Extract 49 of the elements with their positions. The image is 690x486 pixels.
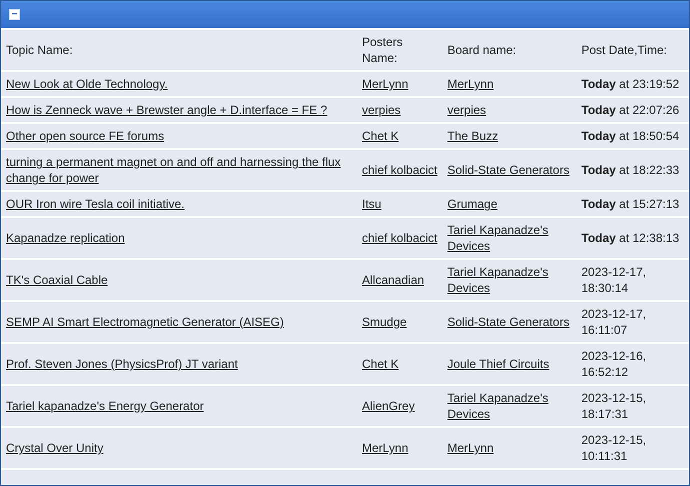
- poster-link[interactable]: verpies: [362, 102, 401, 118]
- board-link[interactable]: Solid-State Generators: [447, 314, 570, 330]
- post-date: Today at 23:19:52: [581, 77, 680, 91]
- topic-link[interactable]: SEMP AI Smart Electromagnetic Generator (AISEG): [6, 314, 284, 330]
- post-date: Today at 12:38:13: [581, 231, 680, 245]
- collapse-button[interactable]: −: [9, 9, 20, 20]
- topic-link[interactable]: turning a permanent magnet on and off and harnessing the flux change for power: [6, 154, 352, 186]
- board-link[interactable]: The Buzz: [447, 128, 498, 144]
- board-link[interactable]: Tariel Kapanadze's Devices: [447, 264, 572, 296]
- topic-link[interactable]: Other open source FE forums: [6, 128, 164, 144]
- post-date: 2023-12-16, 16:52:12: [581, 349, 646, 379]
- poster-link[interactable]: Allcanadian: [362, 272, 424, 288]
- post-date: 2023-12-17, 16:11:07: [581, 307, 646, 337]
- poster-link[interactable]: MerLynn: [362, 76, 408, 92]
- topic-link[interactable]: Kapanadze replication: [6, 230, 125, 246]
- poster-link[interactable]: Smudge: [362, 314, 407, 330]
- board-link[interactable]: Solid-State Generators: [447, 162, 570, 178]
- topic-link[interactable]: TK's Coaxial Cable: [6, 272, 108, 288]
- column-header: Post Date,Time:: [581, 43, 667, 57]
- topic-link[interactable]: How is Zenneck wave + Brewster angle + D.interface = FE ?: [6, 102, 328, 118]
- board-link[interactable]: Tariel Kapanadze's Devices: [447, 390, 572, 422]
- column-header: Posters Name:: [362, 35, 403, 65]
- poster-link[interactable]: AlienGrey: [362, 398, 415, 414]
- column-header: Topic Name:: [6, 43, 73, 57]
- post-date: 2023-12-15, 10:11:31: [581, 433, 646, 463]
- poster-link[interactable]: MerLynn: [362, 440, 408, 456]
- board-link[interactable]: Tariel Kapanadze's Devices: [447, 222, 572, 254]
- topic-link[interactable]: Crystal Over Unity: [6, 440, 104, 456]
- poster-link[interactable]: Itsu: [362, 196, 382, 212]
- poster-link[interactable]: Chet K: [362, 356, 399, 372]
- post-date: Today at 18:50:54: [581, 129, 680, 143]
- board-link[interactable]: verpies: [447, 102, 486, 118]
- poster-link[interactable]: Chet K: [362, 128, 399, 144]
- poster-link[interactable]: chief kolbacict: [362, 162, 438, 178]
- topic-link[interactable]: Prof. Steven Jones (PhysicsProf) JT variant: [6, 356, 238, 372]
- post-date: 2023-12-15, 18:17:31: [581, 391, 646, 421]
- topic-link[interactable]: OUR Iron wire Tesla coil initiative.: [6, 196, 185, 212]
- board-link[interactable]: MerLynn: [447, 76, 494, 92]
- topic-link[interactable]: Tariel kapanadze's Energy Generator: [6, 398, 204, 414]
- board-link[interactable]: MerLynn: [447, 440, 494, 456]
- poster-link[interactable]: chief kolbacict: [362, 230, 438, 246]
- column-header: Board name:: [447, 43, 516, 57]
- post-date: Today at 22:07:26: [581, 103, 680, 117]
- post-date: Today at 15:27:13: [581, 197, 680, 211]
- post-date: 2023-12-17, 18:30:14: [581, 265, 646, 295]
- board-link[interactable]: Grumage: [447, 196, 498, 212]
- topic-link[interactable]: New Look at Olde Technology.: [6, 76, 168, 92]
- post-date: Today at 18:22:33: [581, 163, 680, 177]
- board-link[interactable]: Joule Thief Circuits: [447, 356, 550, 372]
